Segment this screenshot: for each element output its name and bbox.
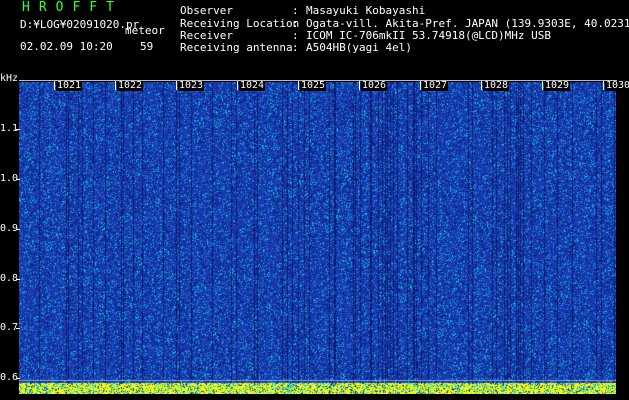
x-tick-mark	[420, 81, 421, 90]
y-tick-mark	[16, 179, 20, 180]
x-tick-mark	[481, 81, 482, 90]
x-tick-label: 1024	[239, 80, 266, 91]
x-tick-label: 1028	[483, 80, 510, 91]
x-tick-label: 1023	[178, 80, 205, 91]
date-time: 02.02.09 10:20	[20, 40, 113, 53]
x-tick-label: 1027	[422, 80, 449, 91]
x-tick-label: 1025	[300, 80, 327, 91]
y-tick-mark	[16, 328, 20, 329]
x-tick-mark	[54, 81, 55, 90]
info-row-observer: Observer: Masayuki Kobayashi	[180, 4, 425, 17]
y-tick-mark	[16, 279, 20, 280]
file-path: D:¥LOG¥02091020.pr	[20, 18, 140, 31]
y-tick-mark	[16, 378, 20, 379]
info-label: Observer	[180, 4, 233, 17]
x-tick-mark	[115, 81, 116, 90]
info-value: Masayuki Kobayashi	[306, 4, 426, 17]
y-axis-unit: kHz	[0, 73, 19, 84]
x-tick-mark	[298, 81, 299, 90]
y-tick-mark	[16, 229, 20, 230]
x-tick-mark	[542, 81, 543, 90]
info-colon: :	[292, 41, 299, 54]
x-tick-mark	[176, 81, 177, 90]
info-label: Receiving antenna	[180, 41, 293, 54]
x-tick-label: 1021	[56, 80, 83, 91]
detection-count: 59	[140, 40, 154, 53]
x-tick-label: 1029	[544, 80, 571, 91]
detection-mode: meteor	[125, 24, 165, 37]
x-tick-mark	[237, 81, 238, 90]
x-tick-label: 1030	[605, 81, 629, 91]
app-title: HROFFT	[22, 0, 123, 15]
x-tick-mark	[359, 81, 360, 90]
x-tick-label: 1022	[117, 80, 144, 91]
x-tick-mark	[603, 81, 604, 90]
info-value: A504HB(yagi 4el)	[306, 41, 412, 54]
info-row-antenna: Receiving antenna: A504HB(yagi 4el)	[180, 41, 412, 54]
x-tick-label: 1026	[361, 80, 388, 91]
spectrogram-display	[19, 82, 616, 394]
info-colon: :	[292, 4, 299, 17]
y-tick-mark	[16, 129, 20, 130]
